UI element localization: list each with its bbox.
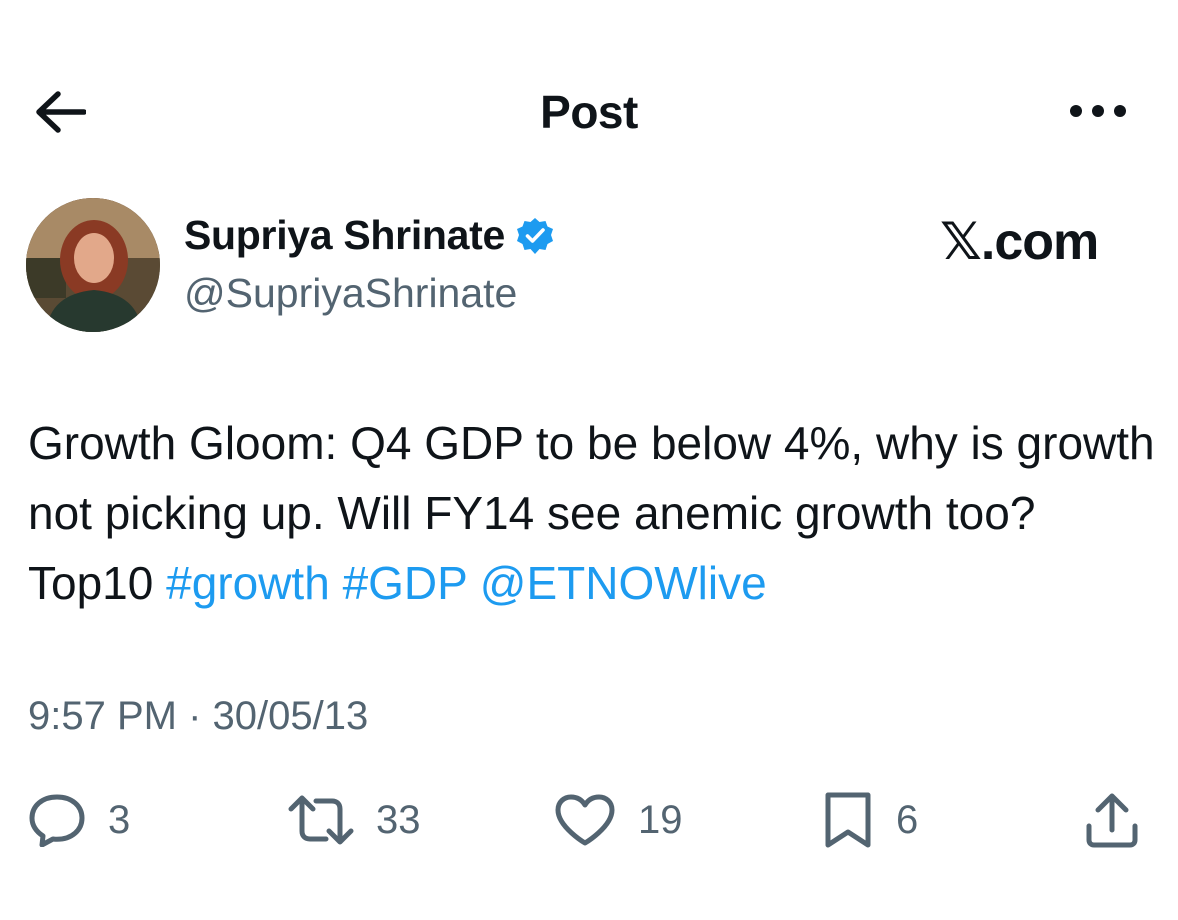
repost-button[interactable]: 33 — [288, 790, 421, 850]
like-count: 19 — [638, 797, 683, 842]
share-button[interactable] — [1084, 790, 1140, 850]
heart-icon — [555, 794, 615, 846]
mention-link[interactable]: @ETNOWlive — [480, 557, 767, 609]
like-button[interactable]: 19 — [554, 790, 683, 850]
repost-count: 33 — [376, 797, 421, 842]
bookmark-button[interactable]: 6 — [822, 790, 918, 850]
more-horizontal-icon — [1070, 105, 1126, 117]
tweet-text: Growth Gloom: Q4 GDP to be below 4%, why… — [28, 408, 1158, 618]
page-title: Post — [540, 86, 638, 138]
avatar[interactable] — [26, 198, 160, 332]
bookmark-count: 6 — [896, 797, 919, 842]
repost-icon — [288, 795, 354, 845]
avatar-portrait — [26, 198, 160, 332]
hashtag-link[interactable]: #GDP — [343, 557, 467, 609]
verified-badge-icon — [517, 217, 554, 254]
reply-bubble-icon — [29, 794, 85, 847]
bookmark-icon — [825, 792, 871, 848]
share-upload-icon — [1086, 793, 1138, 848]
more-options-button[interactable] — [1058, 86, 1138, 136]
tweet-timestamp[interactable]: 9:57 PM · 30/05/13 — [28, 694, 368, 739]
author-name[interactable]: Supriya Shrinate — [184, 212, 555, 259]
reply-count: 3 — [108, 797, 131, 842]
reply-button[interactable]: 3 — [28, 790, 130, 850]
hashtag-link[interactable]: #growth — [166, 557, 330, 609]
x-com-watermark: 𝕏.com — [940, 213, 1099, 271]
author-handle[interactable]: @SupriyaShrinate — [184, 270, 517, 317]
author-name-text: Supriya Shrinate — [184, 212, 506, 258]
